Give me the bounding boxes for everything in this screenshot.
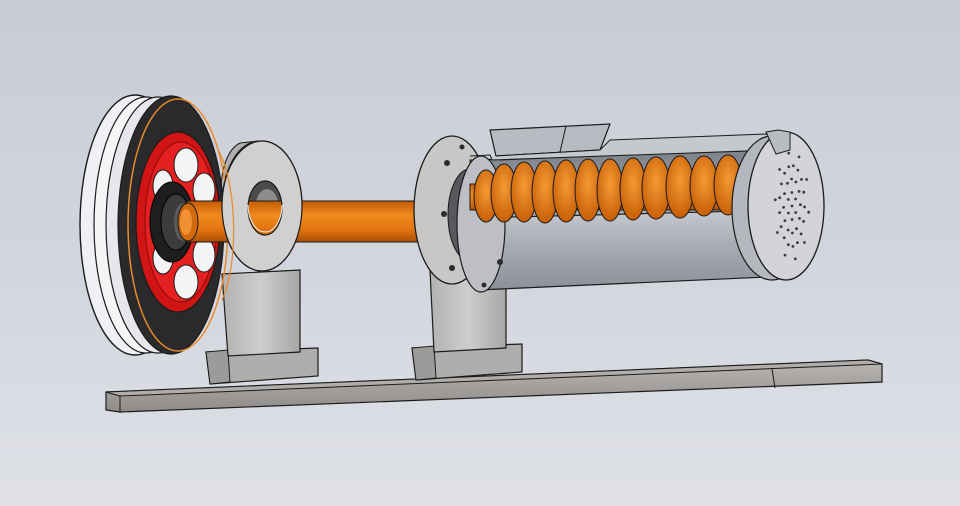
die-hole xyxy=(791,245,795,248)
die-hole xyxy=(787,165,791,169)
die-hole xyxy=(796,241,799,245)
die-hole xyxy=(799,232,803,236)
die-hole xyxy=(790,177,793,181)
die-hole xyxy=(795,227,798,231)
die-hole xyxy=(783,253,787,257)
die-hole xyxy=(780,182,783,186)
die-hole xyxy=(786,181,789,185)
die-hole xyxy=(787,211,790,215)
die-hole xyxy=(786,243,790,247)
die-hole xyxy=(790,191,794,194)
die-hole xyxy=(782,205,785,209)
die-hole xyxy=(776,231,779,234)
die-hole xyxy=(807,210,811,214)
die-hole xyxy=(782,236,786,240)
die-hole xyxy=(783,192,786,196)
die-hole xyxy=(794,197,797,201)
die-hole xyxy=(802,190,806,194)
die-hole xyxy=(802,220,805,223)
die-hole xyxy=(797,155,801,159)
die-hole xyxy=(791,231,794,235)
die-hole xyxy=(799,203,802,207)
die-hole xyxy=(779,225,783,229)
die-hole xyxy=(798,217,801,220)
die-hole xyxy=(786,198,790,201)
die-hole xyxy=(792,164,795,168)
die-hole xyxy=(797,190,801,193)
die-hole xyxy=(794,211,798,214)
die-hole xyxy=(803,241,806,244)
die-hole xyxy=(773,198,777,202)
die-hole xyxy=(778,196,782,200)
die-hole xyxy=(790,218,794,221)
die-hole xyxy=(790,204,794,208)
die-hole xyxy=(778,168,781,171)
die-hole xyxy=(787,151,791,155)
die-hole xyxy=(783,171,786,175)
cad-viewport[interactable] xyxy=(0,0,960,506)
die-hole xyxy=(805,178,808,181)
die-hole xyxy=(803,205,806,209)
die-hole xyxy=(794,180,798,184)
die-hole xyxy=(793,257,797,261)
screw-press-assembly xyxy=(79,94,883,413)
die-hole xyxy=(786,228,790,232)
die-hole xyxy=(796,168,800,172)
die-hole xyxy=(778,211,781,215)
die-hole xyxy=(783,219,787,223)
die-plate xyxy=(731,129,825,281)
die-hole xyxy=(800,178,803,181)
